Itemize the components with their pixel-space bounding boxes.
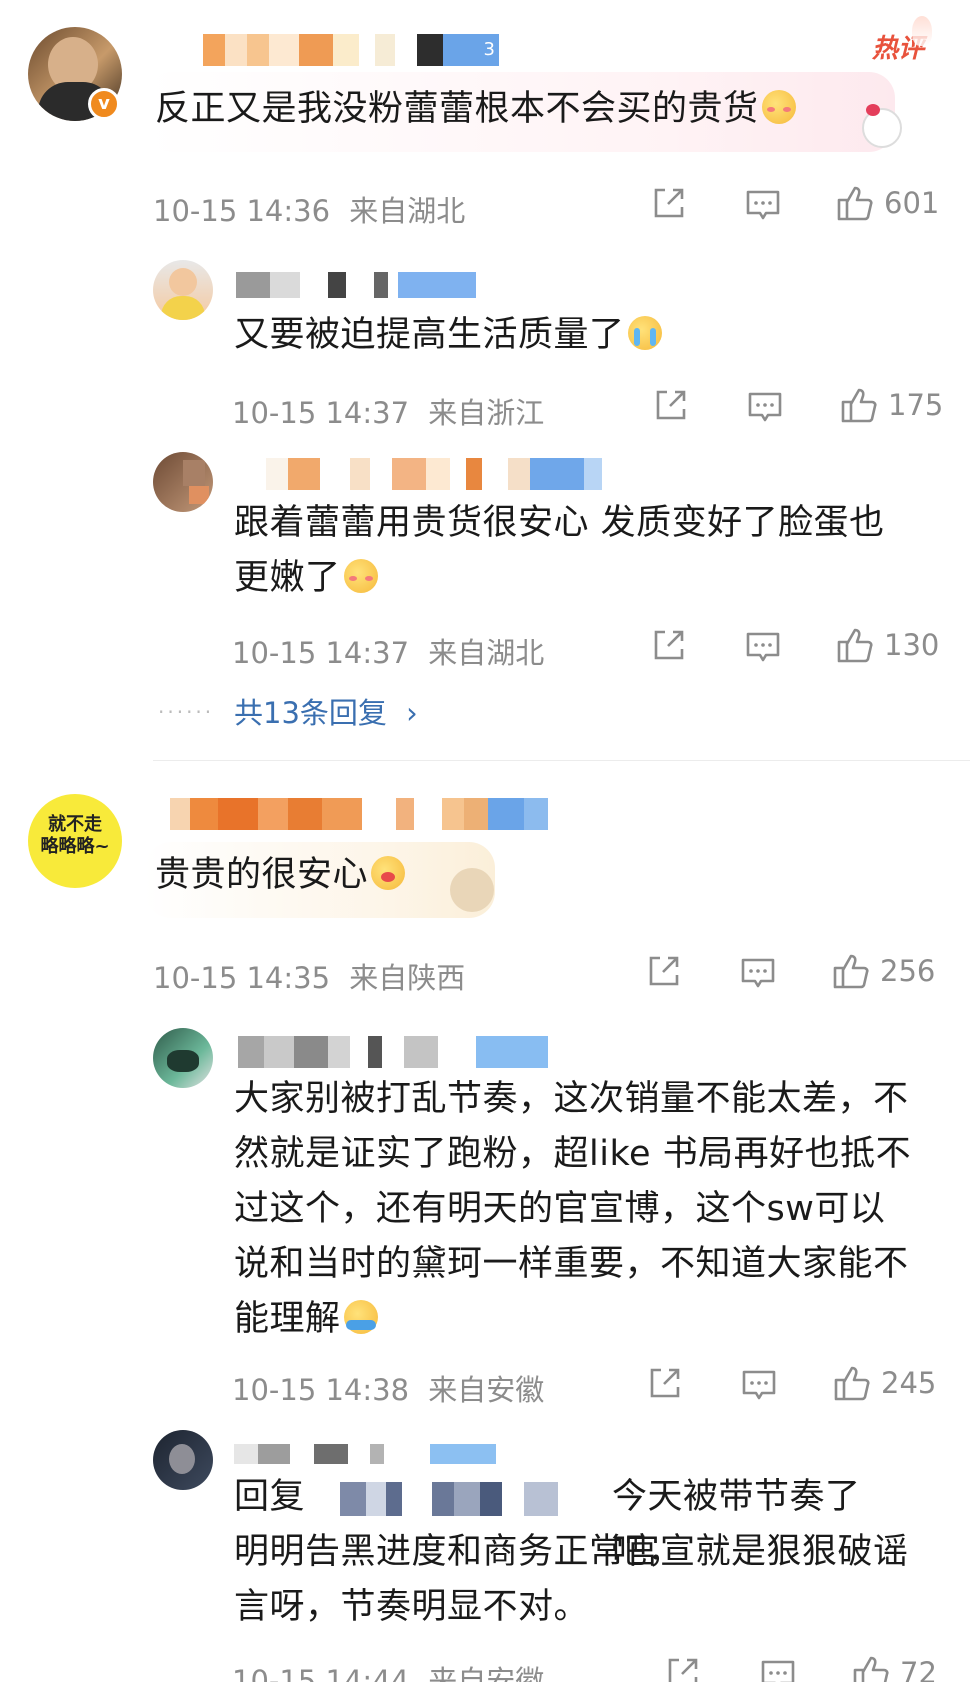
view-more-replies-link[interactable]: 共13条回复 › (234, 690, 418, 732)
comment-button[interactable] (747, 390, 783, 424)
share-icon (654, 188, 684, 218)
share-icon (654, 630, 684, 660)
mentioned-username-redacted[interactable] (322, 1482, 582, 1516)
location: 来自安徽 (428, 1373, 545, 1407)
reply-prefix: 回复 (234, 1477, 306, 1517)
comment-icon (746, 190, 780, 220)
like-count: 245 (881, 1366, 937, 1400)
hello-kitty-sticker (862, 104, 902, 148)
reply-text: 回复 今天被带节奏了吧， 明明告黑进度和商务正常官宣就是狠狠破谣 言呀，节奏明显… (234, 1477, 909, 1627)
like-count: 72 (900, 1656, 937, 1682)
comment-button[interactable] (745, 630, 781, 664)
comment-button[interactable] (740, 956, 776, 990)
avatar[interactable] (153, 1028, 213, 1088)
like-count: 256 (880, 954, 936, 988)
comment-divider (153, 760, 970, 761)
share-button[interactable] (651, 186, 687, 220)
share-icon (650, 1368, 680, 1398)
chevron-right-icon: › (406, 696, 418, 730)
timestamp: 10-15 14:35 (153, 961, 331, 995)
location: 来自陕西 (349, 961, 466, 995)
share-icon (649, 956, 679, 986)
timestamp: 10-15 14:37 (232, 396, 410, 430)
share-button[interactable] (665, 1656, 701, 1682)
location: 来自浙江 (428, 396, 545, 430)
location: 来自安徽 (428, 1664, 545, 1682)
comment-icon (761, 1660, 795, 1682)
location: 来自湖北 (349, 194, 466, 228)
like-button[interactable]: 130 (836, 626, 939, 664)
timestamp: 10-15 14:37 (232, 636, 410, 670)
comment-meta: 10-15 14:36 来自湖北 (153, 188, 465, 230)
like-button[interactable]: 245 (833, 1364, 936, 1402)
reply-meta: 10-15 14:37 来自湖北 (232, 630, 544, 672)
username-redacted[interactable] (236, 272, 476, 298)
avatar[interactable]: 就不走 略略略~ (28, 794, 122, 888)
like-button[interactable]: 72 (852, 1654, 937, 1682)
comment-text: 贵贵的很安心 (155, 848, 406, 903)
avatar-text: 略略略~ (40, 836, 110, 857)
share-button[interactable] (647, 1366, 683, 1400)
comment-icon (741, 958, 775, 988)
kiss-emoji-icon (371, 856, 406, 890)
crying-emoji-icon (627, 316, 662, 350)
comment-button[interactable] (745, 188, 781, 222)
like-icon (841, 388, 877, 423)
like-icon (834, 1366, 870, 1401)
timestamp: 10-15 14:38 (232, 1373, 410, 1407)
comment-button[interactable] (741, 1368, 777, 1402)
reply-meta: 10-15 14:37 来自浙江 (232, 390, 544, 432)
like-count: 130 (884, 628, 940, 662)
reply-text: 跟着蕾蕾用贵货很安心 发质变好了脸蛋也 更嫩了 (234, 503, 885, 598)
timestamp: 10-15 14:36 (153, 194, 331, 228)
avatar-text: 就不走 (48, 814, 102, 835)
verified-badge-icon: v (88, 88, 120, 120)
reply-meta: 10-15 14:38 来自安徽 (232, 1367, 544, 1409)
share-button[interactable] (653, 388, 689, 422)
comment-text: 反正又是我没粉蕾蕾根本不会买的贵货 (155, 82, 796, 137)
like-button[interactable]: 175 (840, 386, 943, 424)
like-count: 175 (888, 388, 944, 422)
username-redacted[interactable] (238, 458, 602, 490)
comment-icon (742, 1370, 776, 1400)
comment-meta: 10-15 14:35 来自陕西 (153, 955, 465, 997)
share-icon (656, 390, 686, 420)
username-redacted[interactable]: 3 (203, 34, 499, 66)
reply-text: 又要被迫提高生活质量了 (234, 308, 662, 363)
like-button[interactable]: 601 (836, 184, 939, 222)
bear-sticker (450, 868, 494, 912)
like-icon (837, 186, 873, 221)
comment-button[interactable] (760, 1658, 796, 1682)
share-button[interactable] (651, 628, 687, 662)
avatar[interactable] (153, 452, 213, 512)
share-icon (668, 1658, 698, 1682)
reply-meta: 10-15 14:44 来自安徽 (232, 1658, 544, 1682)
comment-icon (746, 632, 780, 662)
username-redacted[interactable] (234, 1444, 496, 1464)
blush-emoji-icon (343, 559, 378, 593)
like-button[interactable]: 256 (832, 952, 935, 990)
blush-emoji-icon (761, 90, 796, 124)
reply-text: 大家别被打乱节奏，这次销量不能太差，不 然就是证实了跑粉，超like 书局再好也… (234, 1079, 912, 1339)
hug-emoji-icon (343, 1300, 378, 1334)
like-icon (837, 628, 873, 663)
like-icon (853, 1656, 889, 1682)
like-count: 601 (884, 186, 940, 220)
comment-icon (748, 392, 782, 422)
location: 来自湖北 (428, 636, 545, 670)
username-redacted[interactable] (238, 1036, 548, 1068)
avatar[interactable] (153, 1430, 213, 1490)
timestamp: 10-15 14:44 (232, 1664, 410, 1682)
share-button[interactable] (646, 954, 682, 988)
username-redacted[interactable] (170, 798, 548, 830)
like-icon (833, 954, 869, 989)
avatar[interactable] (153, 260, 213, 320)
replies-dots: ······ (158, 700, 215, 724)
hot-badge-flame (912, 16, 932, 46)
